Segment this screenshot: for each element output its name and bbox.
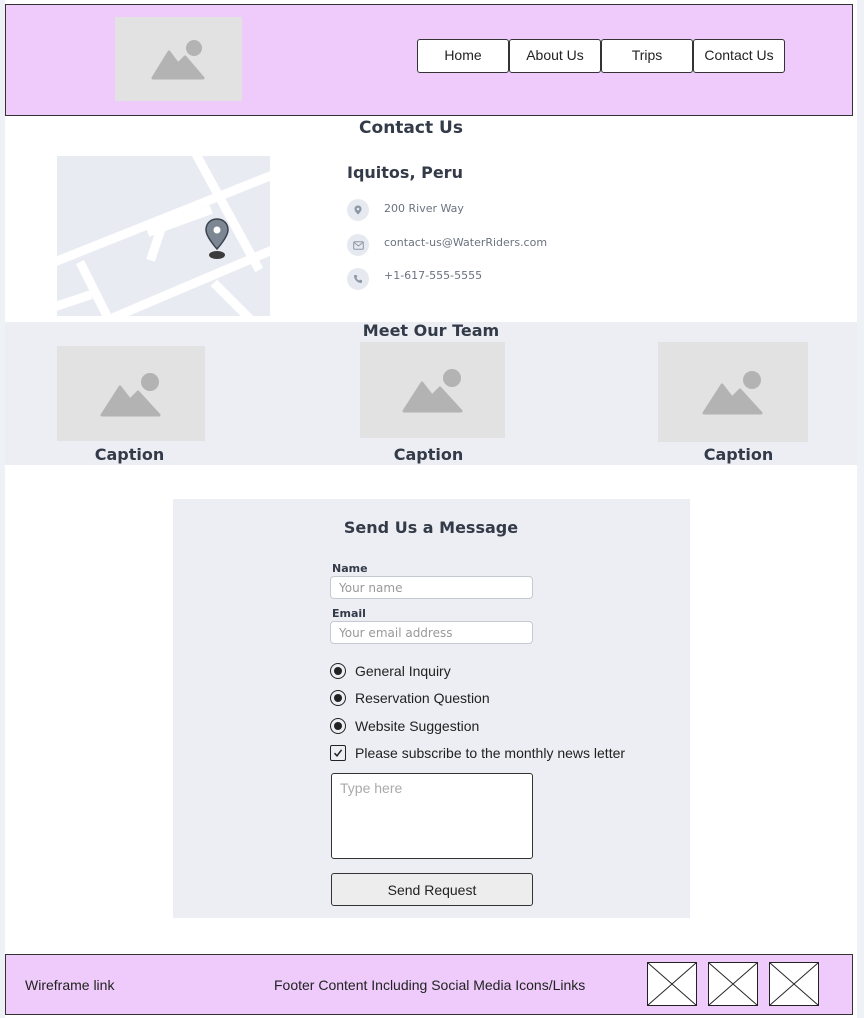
radio-label: General Inquiry — [355, 663, 451, 679]
email-icon-wrap — [347, 234, 369, 256]
mail-icon — [352, 240, 364, 250]
radio-button[interactable] — [330, 663, 346, 679]
address-icon-wrap — [347, 199, 369, 221]
social-icon-3[interactable] — [769, 962, 819, 1006]
phone-icon-wrap — [347, 268, 369, 290]
radio-button[interactable] — [330, 718, 346, 734]
form-title: Send Us a Message — [343, 518, 519, 537]
nav-about-button[interactable]: About Us — [509, 39, 601, 73]
location-title: Iquitos, Peru — [347, 163, 463, 182]
social-icon-1[interactable] — [647, 962, 697, 1006]
radio-reservation-question[interactable]: Reservation Question — [330, 690, 490, 706]
nav-contact-button[interactable]: Contact Us — [693, 39, 785, 73]
team-photo-1 — [57, 346, 205, 441]
checkmark-icon — [333, 749, 343, 757]
subscribe-checkbox[interactable] — [330, 745, 346, 761]
team-photo-3 — [658, 342, 808, 442]
logo-image-placeholder — [115, 17, 242, 101]
radio-button[interactable] — [330, 690, 346, 706]
name-label: Name — [332, 562, 368, 575]
subscribe-checkbox-row[interactable]: Please subscribe to the monthly news let… — [330, 745, 625, 761]
team-caption-3: Caption — [703, 445, 774, 464]
name-input[interactable]: Your name — [330, 576, 533, 599]
contact-title: Contact Us — [359, 118, 463, 138]
radio-label: Website Suggestion — [355, 718, 480, 734]
team-photo-2 — [360, 342, 505, 438]
team-caption-1: Caption — [94, 445, 165, 464]
social-icon-2[interactable] — [708, 962, 758, 1006]
nav-home-button[interactable]: Home — [417, 39, 509, 73]
placeholder-icon — [769, 962, 819, 1006]
image-icon — [402, 369, 462, 413]
location-icon — [354, 205, 362, 215]
image-icon — [702, 371, 763, 415]
nav-trips-button[interactable]: Trips — [601, 39, 693, 73]
send-request-button[interactable]: Send Request — [331, 873, 533, 906]
radio-website-suggestion[interactable]: Website Suggestion — [330, 718, 479, 734]
message-textarea[interactable]: Type here — [331, 773, 533, 859]
main-nav: Home About Us Trips Contact Us — [417, 39, 785, 73]
subscribe-label: Please subscribe to the monthly news let… — [355, 745, 626, 761]
team-title: Meet Our Team — [362, 321, 500, 340]
phone-icon — [354, 275, 362, 283]
map[interactable] — [57, 156, 270, 316]
footer-content: Footer Content Including Social Media Ic… — [274, 977, 586, 993]
contact-phone[interactable]: +1-617-555-5555 — [384, 269, 482, 282]
map-streets — [57, 156, 270, 316]
contact-email[interactable]: contact-us@WaterRiders.com — [384, 236, 547, 249]
image-icon — [100, 372, 161, 416]
placeholder-icon — [708, 962, 758, 1006]
image-icon — [151, 40, 204, 80]
email-input[interactable]: Your email address — [330, 621, 533, 644]
placeholder-icon — [647, 962, 697, 1006]
team-caption-2: Caption — [393, 445, 464, 464]
email-label: Email — [332, 607, 366, 620]
radio-general-inquiry[interactable]: General Inquiry — [330, 663, 451, 679]
wireframe-link[interactable]: Wireframe link — [25, 977, 114, 993]
map-pin-icon — [205, 218, 229, 259]
contact-address: 200 River Way — [384, 202, 464, 215]
radio-label: Reservation Question — [355, 690, 490, 706]
